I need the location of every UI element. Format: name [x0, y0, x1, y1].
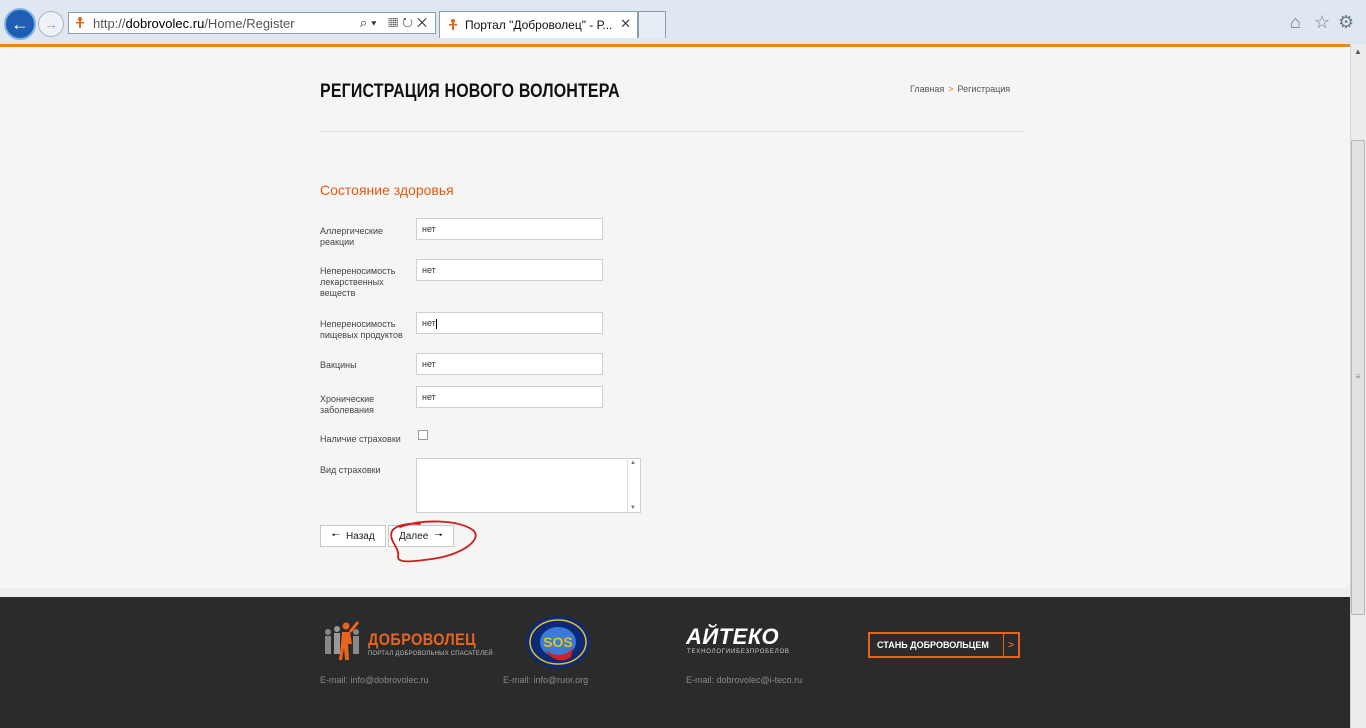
browser-forward-button[interactable]: →	[38, 11, 64, 37]
footer-email-iteco[interactable]: E-mail: dobrovolec@i-teco.ru	[686, 675, 802, 685]
site-favicon-icon	[449, 19, 457, 30]
home-icon[interactable]: ⌂	[1290, 12, 1301, 33]
scroll-up-icon[interactable]: ▲	[1350, 44, 1366, 60]
insurance-type-label: Вид страховки	[320, 465, 381, 475]
food-intolerance-label: Непереносимость пищевых продуктов	[320, 319, 403, 340]
tab-close-icon[interactable]: ✕	[620, 16, 631, 32]
breadcrumb-current: Регистрация	[957, 84, 1011, 94]
allergy-input[interactable]: нет	[416, 218, 603, 240]
browser-tab[interactable]: Портал "Доброволец" - Р... ✕	[439, 11, 638, 38]
breadcrumb-home-link[interactable]: Главная	[910, 84, 944, 94]
iteco-logo[interactable]: АЙТЕКО ТЕХНОЛОГИИБЕЗПРОБЕЛОВ	[686, 624, 806, 660]
allergy-label: Аллергические реакции	[320, 226, 383, 247]
drug-intolerance-label: Непереносимость лекарственных веществ	[320, 266, 396, 298]
new-tab-button[interactable]	[638, 11, 666, 38]
rescuers-union-logo[interactable]: SOS	[525, 615, 591, 669]
scroll-down-icon[interactable]: ▼	[630, 505, 636, 511]
text-caret	[435, 318, 437, 329]
arrow-left-icon: ←	[11, 13, 29, 34]
section-title: Состояние здоровья	[320, 182, 454, 198]
star-icon[interactable]: ☆	[1314, 12, 1330, 33]
food-intolerance-value: нет	[422, 318, 436, 328]
header-divider	[320, 131, 1025, 132]
volunteers-figures-icon	[325, 621, 360, 660]
chronic-diseases-input[interactable]: нет	[416, 386, 603, 408]
tab-title: Портал "Доброволец" - Р...	[465, 18, 613, 32]
footer-email-dobrovolec[interactable]: E-mail: info@dobrovolec.ru	[320, 675, 429, 685]
footer-email-ruor[interactable]: E-mail: info@ruor.org	[503, 675, 588, 685]
iteco-logo-name: АЙТЕКО	[686, 624, 780, 649]
page-title: РЕГИСТРАЦИЯ НОВОГО ВОЛОНТЕРА	[320, 81, 620, 102]
back-button[interactable]: 🠔 Назад	[320, 525, 386, 547]
breadcrumb: Главная > Регистрация	[910, 84, 1010, 94]
svg-text:SOS: SOS	[543, 634, 573, 650]
become-volunteer-label: СТАНЬ ДОБРОВОЛЬЦЕМ	[877, 640, 989, 650]
scrollbar-grip-icon: ≡	[1355, 372, 1361, 381]
breadcrumb-separator: >	[948, 84, 954, 94]
address-bar-tools[interactable]: ⌕▾ ▦↻✕	[360, 15, 431, 31]
dobrovolec-logo[interactable]: ДОБРОВОЛЕЦ ПОРТАЛ ДОБРОВОЛЬНЫХ СПАСАТЕЛЕ…	[320, 620, 493, 662]
page-top-accent-line	[0, 44, 1350, 47]
back-button-label: Назад	[346, 530, 375, 542]
arrow-left-icon: 🠔	[331, 529, 341, 541]
insurance-checkbox[interactable]	[418, 430, 428, 440]
insurance-label: Наличие страховки	[320, 434, 401, 444]
browser-back-button[interactable]: ←	[4, 8, 36, 40]
footer	[0, 597, 1350, 728]
iteco-logo-tagline: ТЕХНОЛОГИИБЕЗПРОБЕЛОВ	[687, 649, 790, 655]
gear-icon[interactable]: ⚙	[1338, 12, 1354, 33]
dobrovolec-logo-tagline: ПОРТАЛ ДОБРОВОЛЬНЫХ СПАСАТЕЛЕЙ	[368, 651, 493, 657]
scroll-up-icon[interactable]: ▲	[630, 460, 636, 466]
arrow-right-icon: →	[44, 16, 58, 32]
become-volunteer-button[interactable]: СТАНЬ ДОБРОВОЛЬЦЕМ >	[868, 632, 1020, 658]
chronic-diseases-label: Хронические заболевания	[320, 394, 375, 415]
site-favicon-icon	[76, 17, 84, 28]
address-url: http://dobrovolec.ru/Home/Register	[93, 16, 295, 31]
vaccines-label: Вакцины	[320, 360, 357, 370]
vaccines-input[interactable]: нет	[416, 353, 603, 375]
dobrovolec-logo-name: ДОБРОВОЛЕЦ	[368, 630, 477, 649]
drug-intolerance-input[interactable]: нет	[416, 259, 603, 281]
annotation-circle	[390, 520, 477, 563]
food-intolerance-input[interactable]: нет	[416, 312, 603, 334]
chevron-right-icon: >	[1003, 634, 1018, 656]
address-bar[interactable]: http://dobrovolec.ru/Home/Register ⌕▾ ▦↻…	[68, 12, 436, 34]
footer-spacer	[0, 588, 1350, 597]
textarea-scrollbar[interactable]: ▲ ▼	[627, 459, 640, 512]
insurance-type-textarea[interactable]: ▲ ▼	[416, 458, 641, 513]
